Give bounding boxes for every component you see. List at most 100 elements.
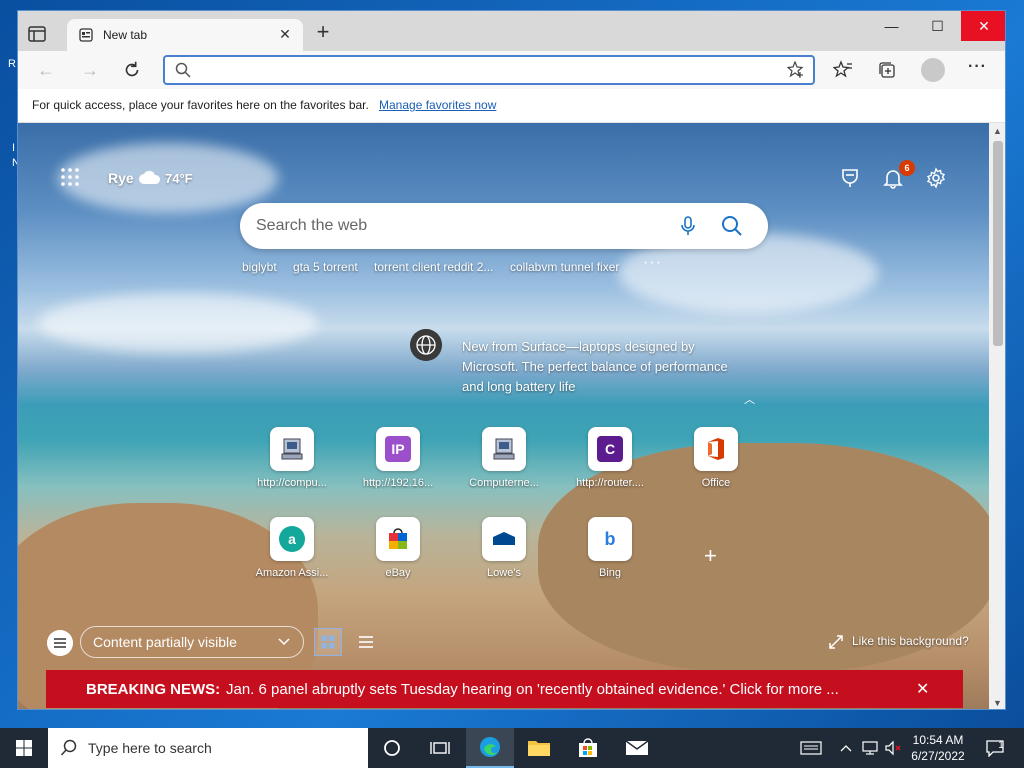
chevron-up-icon[interactable]: ︿ (744, 391, 755, 407)
office-icon (708, 438, 724, 460)
close-icon[interactable]: ✕ (916, 679, 929, 699)
web-search-box[interactable] (240, 203, 768, 249)
add-site-button[interactable]: + (704, 543, 717, 569)
minimize-button[interactable]: — (869, 11, 914, 41)
tile-icon-box: C (588, 427, 632, 471)
promo-text[interactable]: New from Surface—laptops designed by Mic… (462, 337, 732, 397)
cortana-button[interactable] (368, 728, 416, 768)
tab-strip: New tab ✕ + — ☐ ✕ (18, 11, 1005, 51)
quick-link-tile[interactable]: b Bing (570, 517, 650, 579)
tile-label: Computerne... (469, 477, 539, 489)
microphone-icon[interactable] (678, 215, 698, 237)
forward-button[interactable]: → (78, 59, 102, 81)
breaking-news-label: BREAKING NEWS: (86, 681, 221, 698)
rewards-icon[interactable] (839, 167, 861, 189)
taskbar-edge[interactable] (466, 728, 514, 768)
tile-label: http://192.16... (362, 477, 434, 489)
trending-search-item[interactable]: biglybt (242, 260, 277, 274)
favorites-icon[interactable] (833, 60, 853, 80)
network-tray-icon[interactable] (858, 728, 882, 768)
show-hidden-icons-button[interactable] (836, 728, 856, 768)
breaking-news-headline[interactable]: Jan. 6 panel abruptly sets Tuesday heari… (226, 681, 839, 698)
cortana-icon (384, 740, 400, 756)
new-tab-page: Rye 74°F 6 Search the web biglybt gta 5 … (18, 123, 989, 709)
scrollbar-thumb[interactable] (993, 141, 1003, 346)
tab-actions-icon[interactable] (26, 23, 48, 45)
globe-icon (410, 329, 442, 361)
refresh-icon[interactable] (121, 59, 143, 81)
grid-layout-icon[interactable] (314, 628, 342, 656)
back-button[interactable]: ← (34, 59, 58, 81)
add-favorite-icon[interactable] (787, 61, 805, 79)
list-layout-icon[interactable] (352, 628, 380, 656)
content-visibility-dropdown[interactable]: Content partially visible (80, 626, 304, 658)
taskbar-search-box[interactable]: Type here to search (48, 728, 368, 768)
tile-label: eBay (385, 567, 411, 579)
like-background-link[interactable]: Like this background? (852, 634, 969, 648)
app-launcher-icon[interactable] (60, 167, 80, 187)
weather-temperature[interactable]: 74°F (165, 171, 193, 186)
quick-link-tile[interactable]: Lowe's (464, 517, 544, 579)
breaking-news-banner[interactable]: BREAKING NEWS: Jan. 6 panel abruptly set… (46, 670, 963, 708)
taskbar-file-explorer[interactable] (515, 728, 563, 768)
scroll-down-arrow-icon[interactable]: ▼ (993, 698, 1002, 708)
tile-icon-box: b (588, 517, 632, 561)
taskbar-clock[interactable]: 10:54 AM 6/27/2022 (905, 732, 971, 764)
tile-icon-box (376, 517, 420, 561)
volume-tray-icon[interactable] (882, 728, 904, 768)
quick-link-tile[interactable]: Office (676, 427, 756, 489)
gear-icon[interactable] (925, 167, 947, 189)
address-bar[interactable] (163, 55, 815, 85)
edge-icon (480, 737, 500, 757)
close-window-button[interactable]: ✕ (961, 11, 1005, 41)
lowes-icon (493, 532, 515, 545)
taskbar-mail[interactable] (613, 728, 661, 768)
quick-link-tile[interactable]: Computerne... (464, 427, 544, 489)
keyboard-tray-icon[interactable] (795, 728, 827, 768)
taskbar: Type here to search 10:54 AM 6/27/2022 1 (0, 728, 1024, 768)
quick-link-tile[interactable]: C http://router.... (570, 427, 650, 489)
web-search-input[interactable] (256, 215, 656, 237)
more-menu-button[interactable]: ··· (968, 58, 987, 76)
taskbar-search-placeholder: Type here to search (88, 740, 212, 756)
tile-label: Amazon Assi... (255, 567, 329, 579)
tile-label: Lowe's (487, 567, 521, 579)
favorites-bar: For quick access, place your favorites h… (18, 89, 1005, 123)
manage-favorites-link[interactable]: Manage favorites now (379, 98, 496, 112)
chevron-up-icon (840, 745, 852, 752)
trending-search-item[interactable]: collabvm tunnel fixer (510, 260, 619, 274)
address-input[interactable] (201, 60, 771, 80)
trending-more-button[interactable]: ··· (643, 254, 662, 272)
quick-link-tile[interactable]: eBay (358, 517, 438, 579)
tile-label: http://compu... (257, 477, 327, 489)
collections-icon[interactable] (877, 60, 897, 80)
mail-icon (625, 740, 649, 755)
tile-icon-box: a (270, 517, 314, 561)
browser-toolbar: ← → ··· (18, 51, 1005, 89)
windows-start-icon[interactable] (0, 728, 48, 768)
maximize-button[interactable]: ☐ (915, 11, 960, 41)
new-tab-button[interactable]: + (312, 21, 334, 44)
expand-icon[interactable] (828, 634, 844, 650)
weather-city[interactable]: Rye (108, 170, 134, 186)
trending-search-item[interactable]: gta 5 torrent (293, 260, 358, 274)
quick-link-tile[interactable]: IP http://192.16... (358, 427, 438, 489)
store-bag-icon (579, 738, 597, 757)
bing-icon: b (597, 526, 623, 552)
tab-new-tab[interactable]: New tab ✕ (67, 19, 303, 51)
trending-search-item[interactable]: torrent client reddit 2... (374, 260, 493, 274)
notification-count: 1 (998, 740, 1004, 751)
taskbar-store[interactable] (564, 728, 612, 768)
scroll-up-arrow-icon[interactable]: ▲ (993, 126, 1002, 136)
search-icon[interactable] (721, 215, 743, 237)
close-icon[interactable]: ✕ (277, 26, 293, 42)
quick-link-tile[interactable]: http://compu... (252, 427, 332, 489)
profile-avatar[interactable] (921, 58, 945, 82)
tile-icon-box (270, 427, 314, 471)
desktop-text: R (8, 58, 16, 70)
hamburger-menu-icon[interactable] (47, 630, 73, 656)
task-view-button[interactable] (416, 728, 464, 768)
vertical-scrollbar[interactable]: ▲ ▼ (989, 123, 1005, 709)
quick-link-tile[interactable]: a Amazon Assi... (252, 517, 332, 579)
network-icon (862, 741, 878, 755)
